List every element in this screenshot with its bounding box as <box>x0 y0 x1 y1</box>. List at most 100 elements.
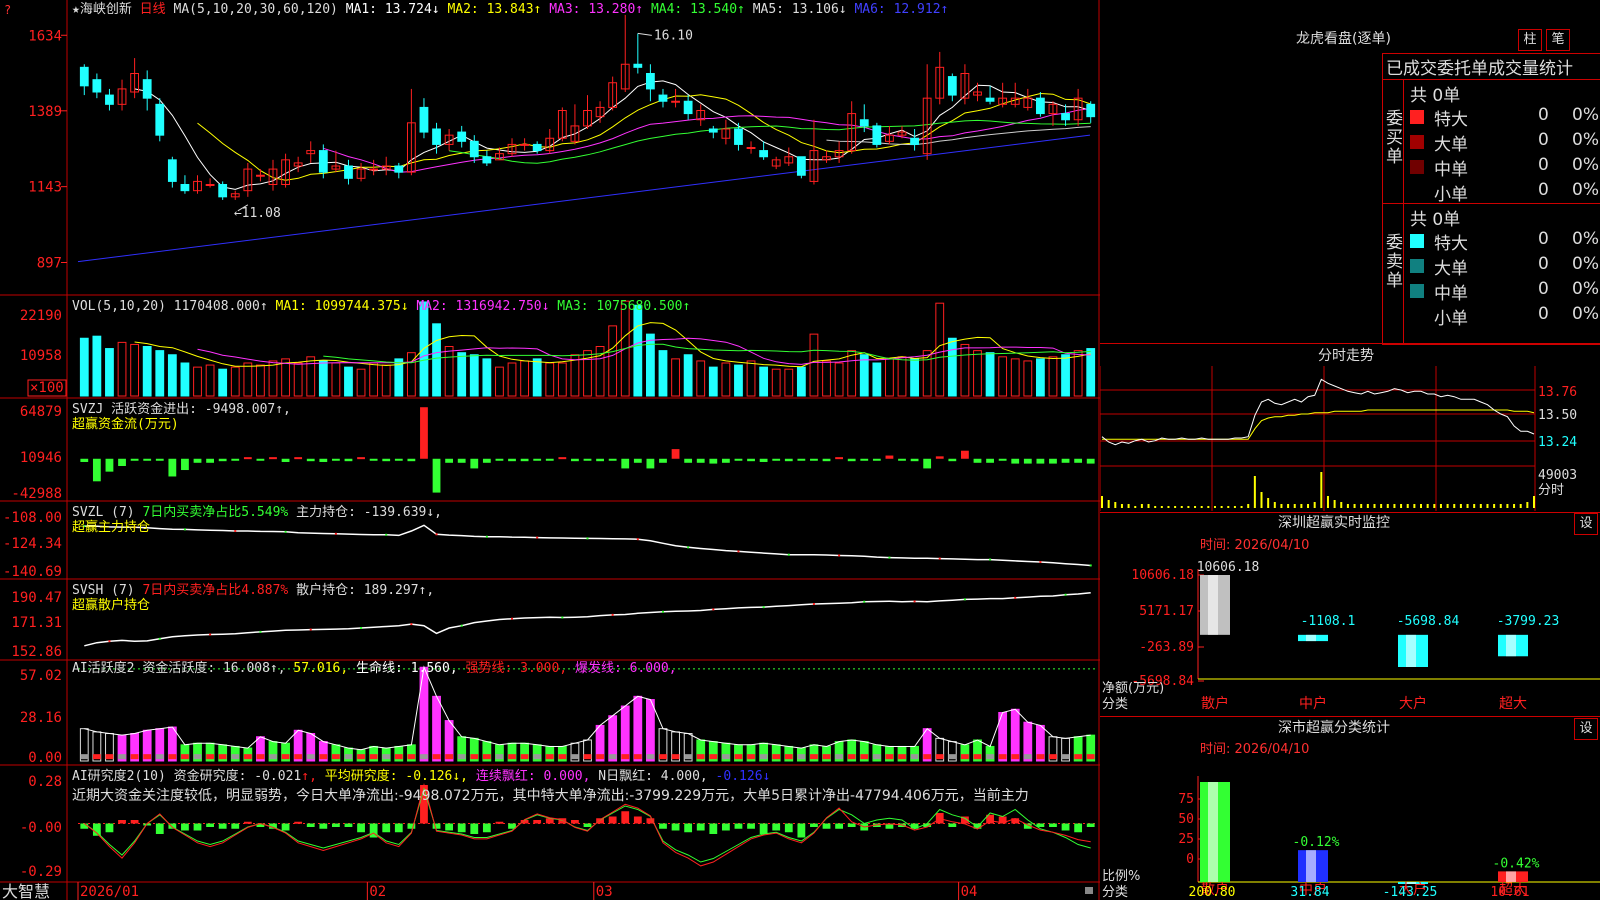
sell-row-pct: 0% <box>1572 254 1599 274</box>
x-label: 04 <box>961 884 978 900</box>
monitor-settings-button[interactable]: 设 <box>1574 513 1598 535</box>
research-bar <box>445 823 454 831</box>
candle <box>344 165 353 179</box>
volume-bar <box>155 350 165 397</box>
intraday-vol-bar <box>1307 504 1310 508</box>
intraday-vol-bar <box>1446 504 1449 508</box>
fund-flow-bar <box>1023 458 1032 464</box>
activity-bar <box>1010 708 1020 762</box>
x-label: 02 <box>369 884 386 900</box>
classify-settings-button[interactable]: 设 <box>1574 718 1598 740</box>
fund-flow-bar <box>80 458 89 462</box>
holding-dot <box>888 556 891 559</box>
tick-mode-button[interactable]: 笔 <box>1546 29 1570 51</box>
order-color-swatch <box>1410 259 1424 273</box>
research-bar <box>671 823 680 831</box>
activity-base <box>118 754 126 760</box>
activity-base <box>482 754 491 760</box>
buy-row-value: 0 <box>1538 180 1549 200</box>
vol-tick: 10958 <box>20 348 62 364</box>
research-bar <box>105 823 114 833</box>
fund-flow-bar <box>885 455 894 459</box>
research-bar <box>495 821 504 824</box>
bar-highlight <box>1208 782 1218 882</box>
fund-flow-bar <box>923 458 932 469</box>
price-tick: 1634 <box>28 28 62 44</box>
research-news: 近期大资金关注度较低，明显弱势，今日大单净流出:-9498.072万元，其中特大… <box>72 787 1029 804</box>
research-bar <box>696 823 705 831</box>
vol-tick: 22190 <box>20 308 62 324</box>
activity-base <box>596 754 604 760</box>
research-bar <box>759 823 768 834</box>
svzl-tick: -108.00 <box>3 510 62 526</box>
intraday-vol-bar <box>1213 506 1216 508</box>
research-bar <box>1049 823 1057 827</box>
sell-row-value: 0 <box>1538 304 1549 324</box>
holding-dot <box>913 600 916 603</box>
activity-base <box>608 754 617 760</box>
fund-flow-bar <box>709 458 718 464</box>
fund-flow-bar <box>1074 458 1083 463</box>
fund-flow-bar <box>1049 458 1057 464</box>
volume-bar <box>646 333 655 397</box>
fund-flow-bar <box>193 458 202 463</box>
research-bar <box>331 823 340 827</box>
bar-mode-button[interactable]: 柱 <box>1518 29 1542 51</box>
activity-base <box>369 754 378 760</box>
holding-dot <box>636 538 639 541</box>
svzl-tick: -140.69 <box>3 564 62 580</box>
volume-bar <box>130 343 140 397</box>
intraday-chart[interactable]: 13.76 13.50 13.24 49003分时 <box>1100 366 1600 511</box>
candle <box>1061 113 1070 121</box>
candle <box>155 103 165 136</box>
candle <box>218 184 228 198</box>
fund-flow-bar <box>382 458 391 462</box>
bar-top-value: -0.42% <box>1493 856 1540 871</box>
intraday-vol-bar <box>1373 504 1376 508</box>
intraday-vol-bar <box>1313 502 1316 508</box>
fund-flow-bar <box>759 458 768 462</box>
volume-bar <box>117 341 127 397</box>
volume-bar <box>318 360 328 397</box>
volume-bar <box>507 362 517 397</box>
activity-base <box>784 754 793 760</box>
buy-row-pct: 0% <box>1572 180 1599 200</box>
intraday-vol-bar <box>1459 504 1462 508</box>
volume-bar <box>671 358 680 397</box>
main-chart-area[interactable]: 1634 1389 1143 897 16.10 ←11.08 ★海峡创新 日线 MA(5,… <box>0 0 1100 900</box>
research-bar <box>822 823 831 829</box>
intraday-vol-bar <box>1187 506 1190 508</box>
research-bar <box>533 820 542 824</box>
volume-bar <box>696 360 706 397</box>
activity-base <box>910 754 919 760</box>
holding-dot <box>209 633 212 636</box>
bar-tick: 75 <box>1178 792 1194 807</box>
category-label: 散户 <box>1201 695 1229 712</box>
research-bar <box>948 823 957 827</box>
fund-flow-bar <box>231 458 240 461</box>
activity-base <box>1023 754 1032 760</box>
fund-flow-bar <box>206 458 214 463</box>
holding-dot <box>385 533 388 536</box>
candle <box>1035 97 1045 115</box>
research-bar <box>382 823 391 833</box>
activity-base <box>709 754 718 760</box>
research-bar <box>155 823 164 834</box>
order-color-swatch <box>1410 110 1424 124</box>
holding-dot <box>787 553 790 556</box>
intraday-vol-bar <box>1253 476 1256 508</box>
candle <box>658 94 668 102</box>
svzj-subtitle: 超赢资金流(万元) <box>72 416 179 432</box>
volume-bar <box>910 358 919 397</box>
research-bar <box>181 823 189 831</box>
intraday-vol-bar <box>1227 506 1230 508</box>
sell-row-pct: 0% <box>1572 279 1599 299</box>
activity-base <box>168 754 177 760</box>
intraday-vol-bar <box>1499 504 1502 508</box>
volume-bar <box>344 366 353 397</box>
order-color-swatch <box>1410 185 1424 199</box>
research-bar <box>306 823 315 827</box>
intraday-vol-bar <box>1519 504 1522 508</box>
intraday-vol-bar <box>1326 496 1329 508</box>
volume-bar <box>885 358 894 397</box>
